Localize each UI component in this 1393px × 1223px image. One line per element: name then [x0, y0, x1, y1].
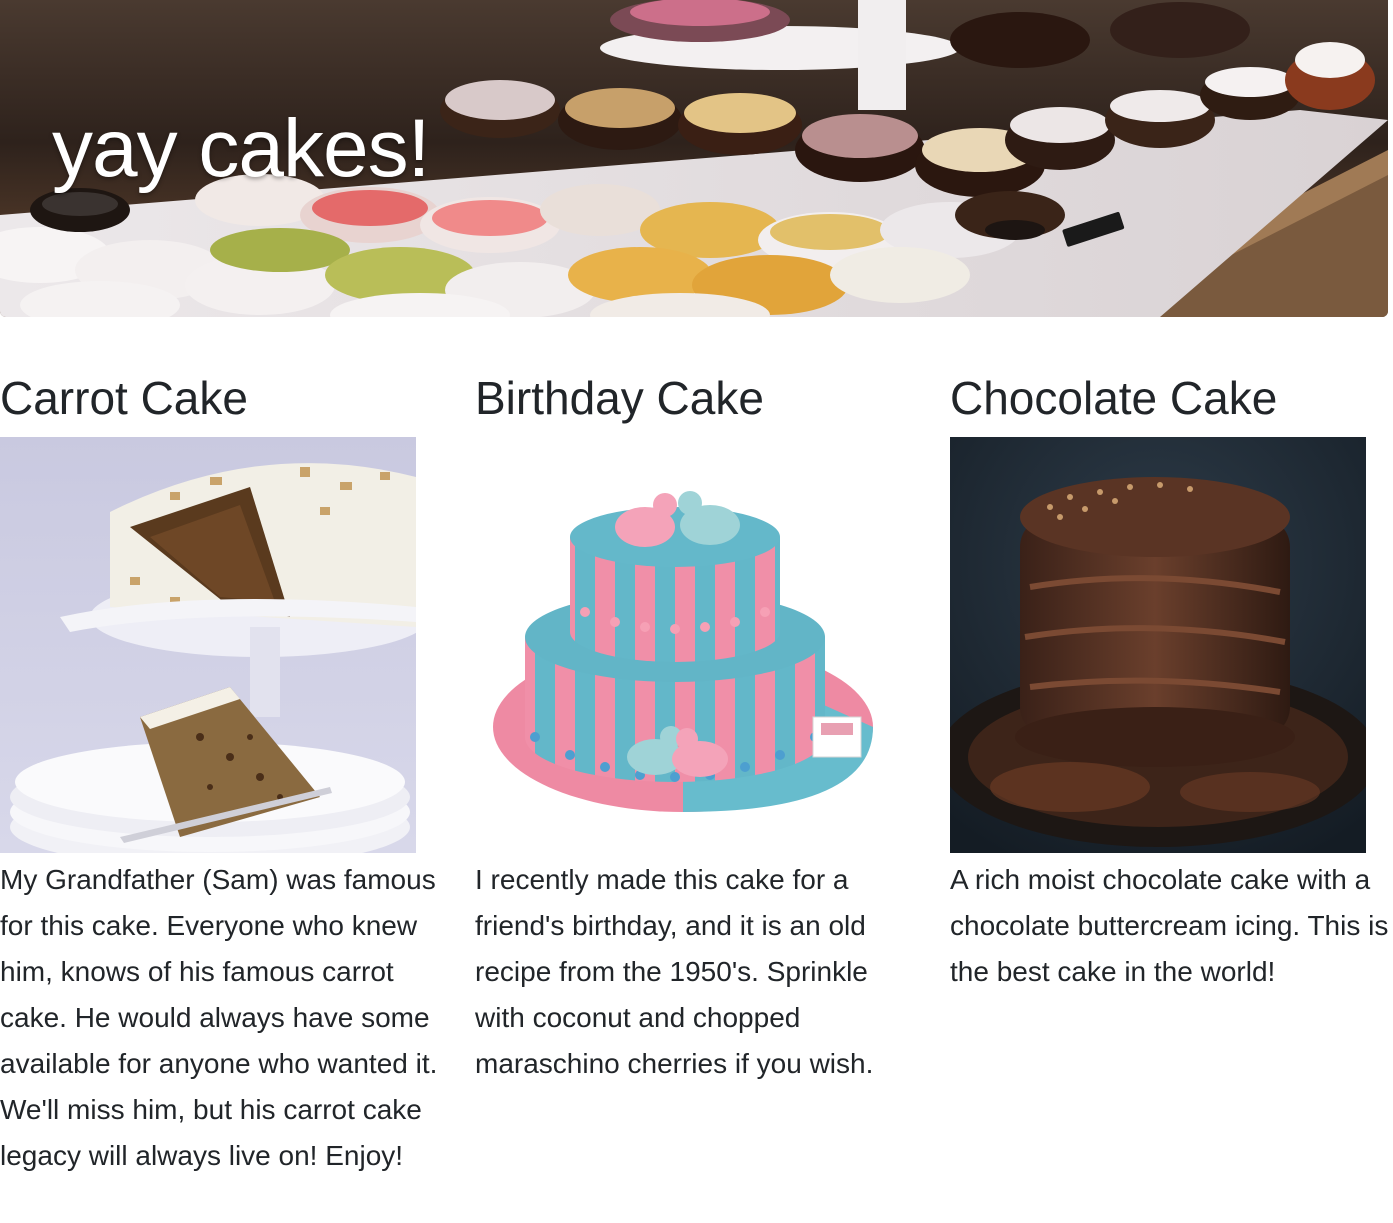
card-birthday-cake: Birthday Cake I recently made this cake … [475, 365, 915, 1087]
card-description: My Grandfather (Sam) was famous for this… [0, 864, 438, 1171]
chocolate-cake-photo [950, 437, 1366, 853]
hero-title: yay cakes! [52, 103, 430, 194]
carrot-cake-photo [0, 437, 416, 853]
hero-banner: yay cakes! [0, 0, 1388, 317]
card-carrot-cake: Carrot Cake My Grandfather (Sam) was fam… [0, 365, 440, 1179]
card-description: I recently made this cake for a friend's… [475, 864, 874, 1079]
card-title: Carrot Cake [0, 372, 248, 424]
card-title: Birthday Cake [475, 372, 764, 424]
card-chocolate-cake: Chocolate Cake A rich moist chocolate ca… [950, 365, 1390, 995]
birthday-cake-photo [475, 437, 891, 853]
card-description: A rich moist chocolate cake with a choco… [950, 864, 1389, 987]
card-title: Chocolate Cake [950, 372, 1278, 424]
